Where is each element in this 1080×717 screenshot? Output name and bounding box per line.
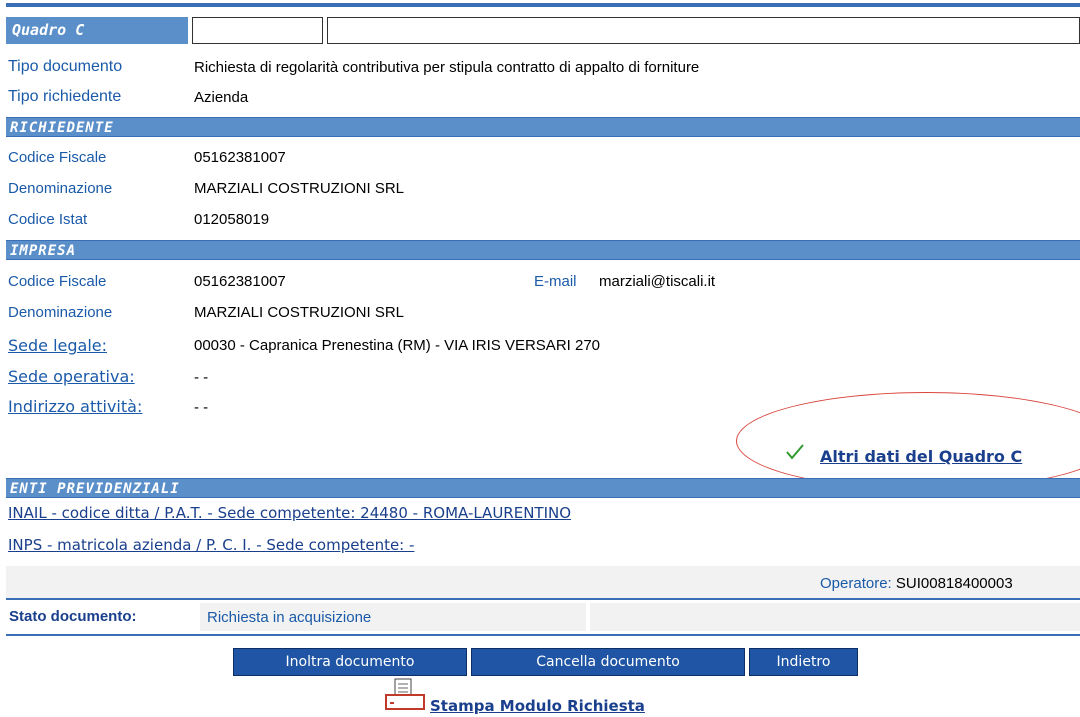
impresa-email-label: E-mail (534, 273, 577, 290)
indirizzo-attivita-value: - - (194, 399, 209, 416)
stampa-modulo-link[interactable]: Stampa Modulo Richiesta (430, 697, 645, 715)
section-richiedente: RICHIEDENTE (6, 117, 1080, 137)
tipo-richiedente-label: Tipo richiedente (8, 88, 122, 105)
tipo-documento-value: Richiesta di regolarità contributiva per… (194, 59, 700, 76)
top-border (6, 3, 1080, 7)
richiedente-codice-istat-value: 012058019 (194, 211, 270, 228)
inoltra-documento-button[interactable]: Inoltra documento (233, 648, 467, 676)
stato-empty-cell (590, 603, 1080, 631)
check-icon (784, 441, 806, 463)
separator-bottom (6, 634, 1080, 636)
inps-link[interactable]: INPS - matricola azienda / P. C. I. - Se… (8, 536, 414, 554)
impresa-codice-fiscale-value: 05162381007 (194, 273, 286, 290)
richiedente-codice-fiscale-value: 05162381007 (194, 149, 286, 166)
richiedente-denominazione-label: Denominazione (8, 180, 113, 197)
cancella-documento-button[interactable]: Cancella documento (471, 648, 745, 676)
tipo-documento-label: Tipo documento (8, 58, 123, 75)
stato-documento-value: Richiesta in acquisizione (207, 609, 372, 626)
sede-legale-link[interactable]: Sede legale: (8, 336, 107, 355)
indietro-button[interactable]: Indietro (749, 648, 858, 676)
impresa-codice-fiscale-label: Codice Fiscale (8, 273, 107, 290)
inail-link[interactable]: INAIL - codice ditta / P.A.T. - Sede com… (8, 504, 571, 522)
operatore: Operatore: SUI00818400003 (820, 575, 1013, 592)
richiedente-denominazione-value: MARZIALI COSTRUZIONI SRL (194, 180, 405, 197)
tipo-richiedente-value: Azienda (194, 89, 249, 106)
section-enti-previdenziali: ENTI PREVIDENZIALI (6, 478, 1080, 498)
quadro-field-1[interactable] (192, 17, 323, 44)
altri-dati-link[interactable]: Altri dati del Quadro C (820, 447, 1022, 466)
sede-operativa-value: - - (194, 369, 209, 386)
quadro-title: Quadro C (6, 17, 188, 44)
impresa-denominazione-label: Denominazione (8, 304, 113, 321)
printer-icon[interactable] (383, 678, 427, 712)
impresa-denominazione-value: MARZIALI COSTRUZIONI SRL (194, 304, 405, 321)
richiedente-codice-istat-label: Codice Istat (8, 211, 88, 228)
stato-documento-label: Stato documento: (9, 608, 137, 625)
richiedente-codice-fiscale-label: Codice Fiscale (8, 149, 107, 166)
section-impresa: IMPRESA (6, 240, 1080, 260)
indirizzo-attivita-link[interactable]: Indirizzo attività: (8, 397, 142, 416)
quadro-field-2[interactable] (327, 17, 1080, 44)
sede-operativa-link[interactable]: Sede operativa: (8, 367, 135, 386)
impresa-email-value: marziali@tiscali.it (599, 273, 716, 290)
sede-legale-value: 00030 - Capranica Prenestina (RM) - VIA … (194, 337, 601, 354)
operatore-label: Operatore: (820, 575, 892, 592)
operatore-value: SUI00818400003 (895, 575, 1013, 592)
separator (6, 598, 1080, 600)
